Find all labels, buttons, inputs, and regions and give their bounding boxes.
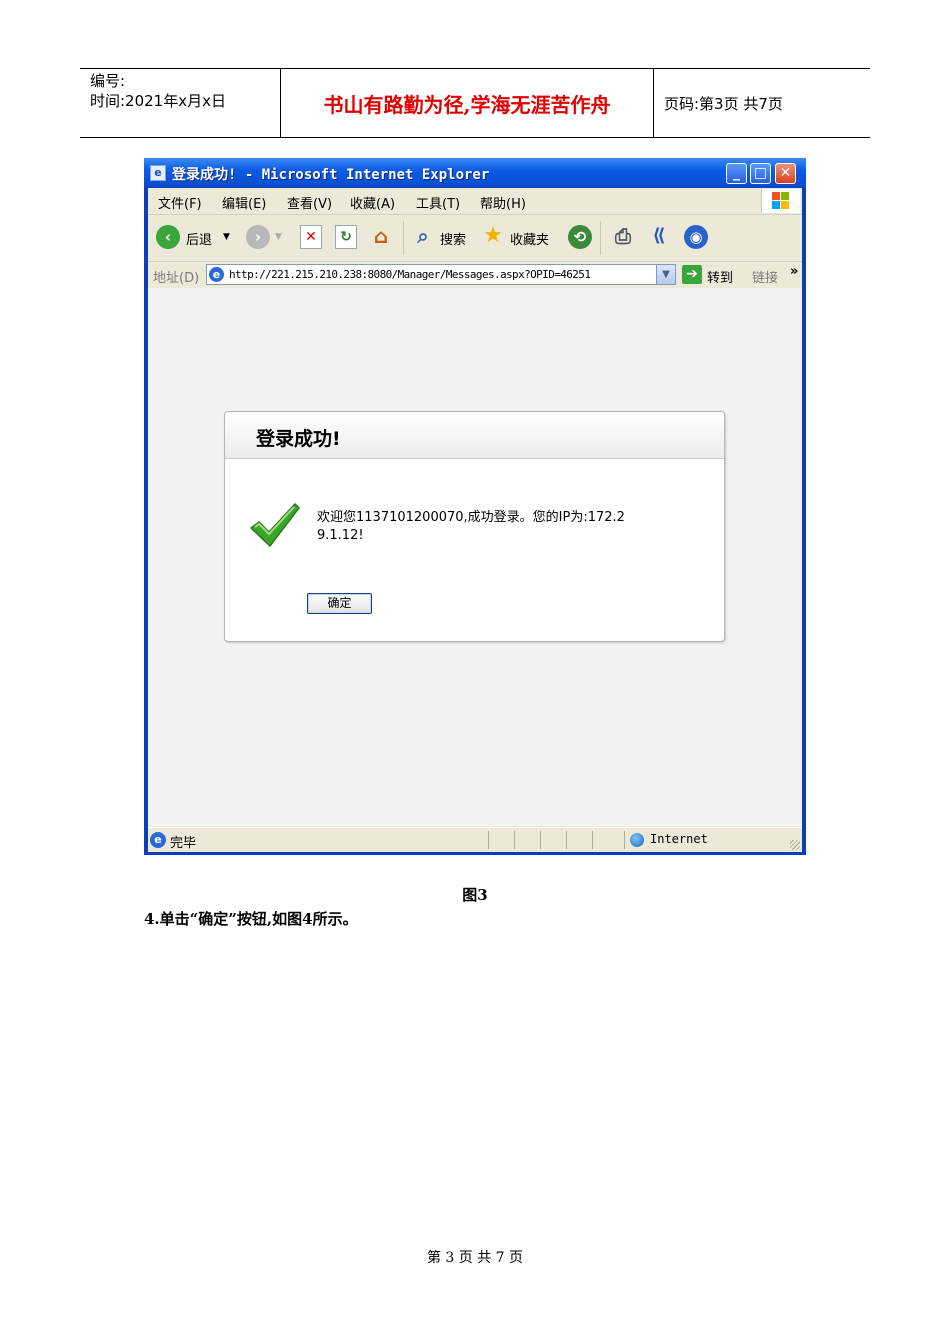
page-header: 编号: 时间:2021年x月x日 书山有路勤为径,学海无涯苦作舟 页码:第3页 … [80, 68, 870, 138]
go-button-label[interactable]: 转到 [707, 267, 733, 286]
menu-bar: 文件(F) 编辑(E) 查看(V) 收藏(A) 工具(T) 帮助(H) [148, 188, 802, 215]
toolbar-separator [600, 221, 601, 255]
number-label: 编号: [90, 72, 126, 90]
dialog-title: 登录成功! [256, 428, 341, 450]
url-text[interactable]: http://221.215.210.238:8080/Manager/Mess… [229, 268, 591, 281]
back-arrow-icon[interactable]: ‹ [156, 225, 180, 249]
menu-tools[interactable]: 工具(T) [416, 193, 460, 212]
toolbar-separator [403, 221, 404, 255]
ie-page-icon: e [150, 832, 166, 848]
chevron-icon[interactable]: » [790, 264, 798, 279]
favorites-star-icon[interactable]: ★ [482, 225, 504, 249]
forward-dropdown-icon[interactable]: ▼ [275, 232, 282, 242]
status-separator [540, 831, 541, 849]
status-bar: e 完毕 Internet [148, 827, 802, 852]
resize-grip-icon[interactable] [790, 840, 800, 850]
search-button-label[interactable]: 搜索 [440, 229, 466, 248]
status-text: 完毕 [170, 836, 197, 851]
checkmark-icon [249, 502, 300, 548]
welcome-message: 欢迎您1137101200070,成功登录。您的IP为:172.2 9.1.12… [317, 509, 677, 545]
links-label[interactable]: 链接 [752, 267, 778, 286]
search-icon[interactable]: ⌕ [412, 225, 434, 249]
go-arrow-icon[interactable]: ➔ [682, 265, 702, 284]
title-bar: e 登录成功! - Microsoft Internet Explorer _ … [144, 158, 806, 188]
status-separator [624, 831, 625, 849]
address-label: 地址(D) [153, 271, 200, 286]
refresh-icon[interactable]: ↻ [335, 225, 357, 249]
message-line-1: 欢迎您1137101200070,成功登录。您的IP为:172.2 [317, 510, 625, 525]
status-separator [488, 831, 489, 849]
address-dropdown-icon[interactable]: ▼ [656, 265, 675, 284]
forward-arrow-icon[interactable]: › [246, 225, 270, 249]
window-title: 登录成功! - Microsoft Internet Explorer [172, 167, 490, 183]
address-bar: 地址(D) e http://221.215.210.238:8080/Mana… [148, 262, 802, 289]
windows-logo [761, 189, 800, 213]
messenger-icon[interactable]: ⟪ [648, 225, 670, 249]
menu-file[interactable]: 文件(F) [158, 193, 202, 212]
standard-toolbar: ‹ 后退 ▼ › ▼ ✕ ↻ ⌂ ⌕ 搜索 ★ 收藏夹 ⟲ ⎙ ⟪ ◉ [148, 215, 802, 262]
minimize-button[interactable]: _ [726, 163, 747, 184]
address-input[interactable]: e http://221.215.210.238:8080/Manager/Me… [206, 264, 676, 285]
ok-button[interactable]: 确定 [307, 593, 372, 614]
favorites-button-label[interactable]: 收藏夹 [510, 229, 549, 248]
media-icon[interactable]: ◉ [684, 225, 708, 249]
ie-page-icon: e [209, 267, 224, 282]
maximize-button[interactable]: □ [750, 163, 771, 184]
time-label: 时间:2021年x月x日 [90, 92, 226, 110]
step-instruction: 4.单击“确定”按钮,如图4所示。 [144, 910, 358, 928]
menu-help[interactable]: 帮助(H) [480, 193, 526, 212]
ie-page-icon: e [150, 165, 166, 181]
menu-view[interactable]: 查看(V) [287, 193, 332, 212]
dialog-header: 登录成功! [225, 412, 724, 459]
header-meta-cell: 编号: 时间:2021年x月x日 [80, 69, 281, 137]
back-dropdown-icon[interactable]: ▼ [223, 232, 230, 242]
motto-text: 书山有路勤为径,学海无涯苦作舟 [323, 92, 611, 117]
header-motto-cell: 书山有路勤为径,学海无涯苦作舟 [281, 69, 654, 137]
browser-window: e 登录成功! - Microsoft Internet Explorer _ … [144, 158, 806, 855]
home-icon[interactable]: ⌂ [370, 225, 392, 249]
close-button[interactable]: ✕ [775, 163, 796, 184]
status-separator [514, 831, 515, 849]
windows-flag-icon [772, 192, 790, 210]
status-separator [566, 831, 567, 849]
menu-edit[interactable]: 编辑(E) [222, 193, 266, 212]
page-footer: 第 3 页 共 7 页 [426, 1250, 524, 1266]
internet-globe-icon [630, 833, 644, 847]
browser-client: 文件(F) 编辑(E) 查看(V) 收藏(A) 工具(T) 帮助(H) ‹ 后退… [148, 188, 802, 852]
security-zone: Internet [650, 832, 708, 846]
figure-caption: 图3 [462, 886, 488, 904]
page-content: 登录成功! 欢迎您1137101200070,成功登录。您的IP为:172.2 … [148, 288, 802, 826]
history-icon[interactable]: ⟲ [568, 225, 592, 249]
page-info: 页码:第3页 共7页 [664, 94, 783, 113]
header-page-cell: 页码:第3页 共7页 [654, 69, 870, 137]
stop-icon[interactable]: ✕ [300, 225, 322, 249]
print-icon[interactable]: ⎙ [612, 225, 634, 249]
message-line-2: 9.1.12! [317, 528, 364, 543]
back-button-label[interactable]: 后退 [186, 229, 212, 248]
login-success-dialog: 登录成功! 欢迎您1137101200070,成功登录。您的IP为:172.2 … [224, 411, 725, 642]
status-separator [592, 831, 593, 849]
menu-favorites[interactable]: 收藏(A) [350, 193, 395, 212]
